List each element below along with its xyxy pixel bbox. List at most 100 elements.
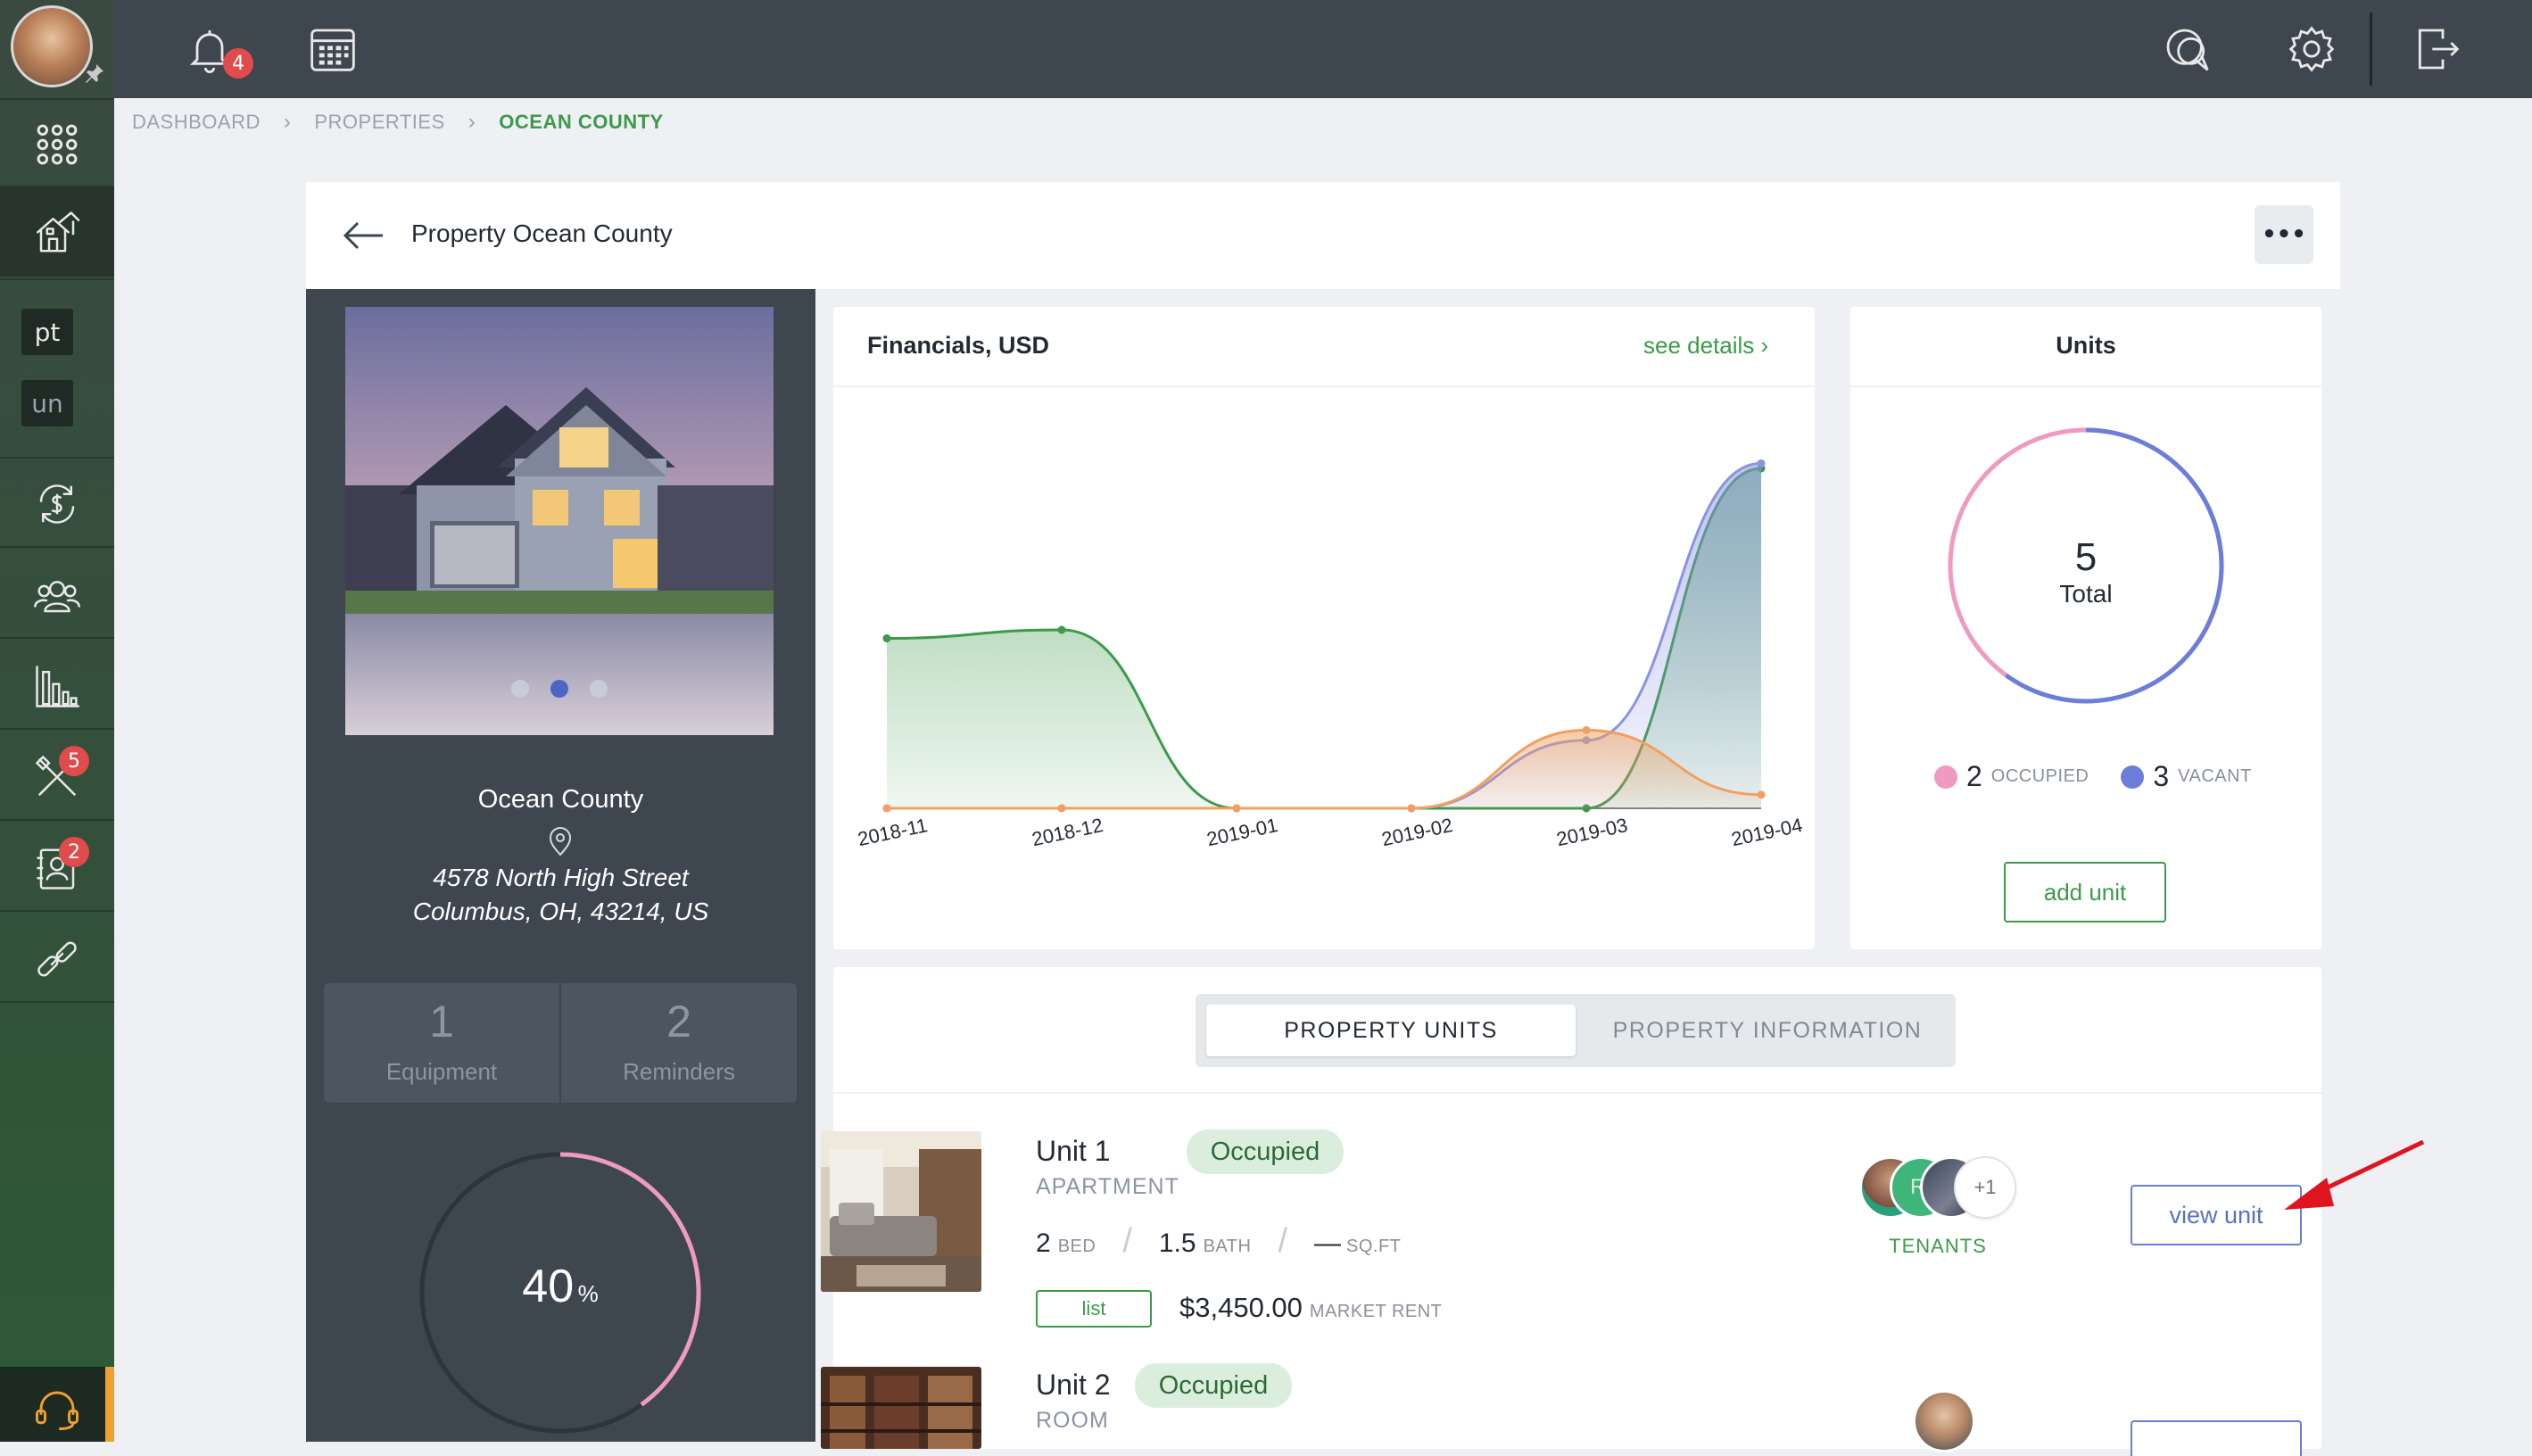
unit-1-bed: 2	[1036, 1228, 1051, 1258]
units-card: Units 5 Total 2 OCCUPIED 3 VACANT add un…	[1850, 307, 2321, 949]
unit-1-rent-label: MARKET RENT	[1309, 1302, 1443, 1321]
x-tick-label: 2018-11	[856, 814, 930, 850]
x-tick-label: 2019-01	[1204, 814, 1279, 850]
occupied-dot	[1934, 765, 1957, 789]
property-name: Ocean County	[477, 785, 644, 814]
property-header: Property Ocean County •••	[306, 182, 2340, 289]
more-tenants-badge[interactable]: +1	[1954, 1156, 2016, 1219]
occupancy-unit: %	[577, 1280, 599, 1307]
un-shortcut-button[interactable]: un	[21, 380, 73, 426]
user-avatar[interactable]	[11, 5, 93, 87]
series-2-point-4[interactable]	[1582, 725, 1591, 734]
breadcrumb-current: OCEAN COUNTY	[499, 111, 664, 133]
address-line-2: Columbus, OH, 43214, US	[412, 898, 709, 925]
tab-property-units[interactable]: PROPERTY UNITS	[1206, 1005, 1576, 1056]
stats-box: 1 Equipment 2 Reminders	[324, 983, 797, 1103]
occupied-count: 2	[1966, 760, 1982, 792]
topbar-divider	[2370, 12, 2372, 86]
unit-1-sqft-label: SQ.FT	[1346, 1237, 1402, 1256]
pin-icon	[84, 62, 105, 84]
units-list-card: PROPERTY UNITS PROPERTY INFORMATION Unit…	[821, 967, 2321, 1456]
tools-badge: 5	[59, 746, 89, 776]
unit-2-name[interactable]: Unit 2	[1036, 1369, 1111, 1402]
tabs-divider	[833, 1092, 2321, 1094]
series-0-point-1[interactable]	[1057, 625, 1066, 634]
breadcrumb-properties[interactable]: PROPERTIES	[314, 111, 444, 134]
annotation-arrow-icon	[2284, 1139, 2425, 1210]
financials-card: Financials, USD see details › 2018-11 201…	[833, 307, 1815, 949]
chat-icon[interactable]	[2156, 18, 2218, 80]
top-bar: 4	[114, 0, 2532, 98]
more-options-button[interactable]: •••	[2255, 205, 2313, 264]
contacts-icon[interactable]	[0, 837, 114, 899]
unit-1-bed-label: BED	[1057, 1237, 1096, 1256]
series-2-point-2[interactable]	[1232, 804, 1241, 813]
financials-chart: 2018-11 2018-12 2019-01 2019-02 2019-03 2019-…	[856, 459, 1805, 850]
contacts-badge: 2	[59, 837, 89, 867]
financials-title: Financials, USD	[867, 332, 1050, 359]
tenants-label: TENANTS	[1889, 1235, 1987, 1257]
unit-2-view-button[interactable]	[2131, 1420, 2302, 1456]
breadcrumb-dashboard[interactable]: DASHBOARD	[132, 111, 261, 134]
tab-property-information[interactable]: PROPERTY INFORMATION	[1583, 1005, 1952, 1056]
vacant-count: 3	[2153, 760, 2170, 792]
reminders-label: Reminders	[623, 1058, 735, 1085]
unit-1-name[interactable]: Unit 1	[1036, 1135, 1111, 1168]
reports-icon[interactable]	[0, 655, 114, 717]
units-divider	[1850, 385, 2321, 387]
unit-1-list-button[interactable]: list	[1036, 1290, 1152, 1328]
sidebar: pt un 5 2	[0, 0, 114, 1442]
x-tick-label: 2019-03	[1554, 814, 1629, 850]
unit-1-bath-label: BATH	[1203, 1237, 1252, 1256]
logout-icon[interactable]	[2405, 18, 2468, 80]
support-icon[interactable]	[0, 1377, 114, 1440]
units-legend: 2 OCCUPIED 3 VACANT	[1934, 760, 2252, 793]
apps-grid-icon[interactable]	[0, 114, 114, 175]
x-tick-label: 2019-04	[1729, 814, 1804, 850]
unit-1-photo[interactable]	[821, 1131, 981, 1292]
x-tick-label: 2018-12	[1030, 814, 1105, 850]
series-2-point-0[interactable]	[882, 804, 891, 813]
pt-shortcut-button[interactable]: pt	[21, 309, 73, 355]
equipment-count[interactable]: 1	[324, 996, 559, 1047]
spec-separator: /	[1122, 1222, 1132, 1260]
unit-1-status-badge: Occupied	[1187, 1129, 1344, 1174]
money-cycle-icon[interactable]	[0, 473, 114, 535]
unit-1-rent-value: $3,450.00	[1179, 1292, 1303, 1323]
unit-1-sqft: —	[1314, 1228, 1342, 1258]
unit-2-tenant-avatar[interactable]	[1913, 1390, 1975, 1452]
chevron-right-icon: ›	[283, 110, 292, 134]
page-title: Property Ocean County	[411, 219, 673, 247]
x-tick-label: 2019-02	[1379, 814, 1454, 850]
units-total-label: Total	[2059, 580, 2113, 608]
chevron-right-icon: ›	[468, 110, 476, 134]
see-details-link[interactable]: see details ›	[1643, 332, 1768, 360]
property-icon[interactable]	[0, 202, 114, 264]
unit-2-type: ROOM	[1036, 1408, 1109, 1433]
unit-1-type: APARTMENT	[1036, 1174, 1179, 1199]
unit-1-specs: 2 BED / 1.5 BATH / — SQ.FT	[1036, 1222, 1401, 1261]
unit-1-bath: 1.5	[1158, 1228, 1196, 1258]
reminders-count[interactable]: 2	[561, 996, 797, 1047]
back-arrow-icon[interactable]	[342, 218, 385, 253]
series-1-point-5[interactable]	[1757, 459, 1766, 467]
equipment-label: Equipment	[385, 1058, 498, 1085]
address-line-1: 4578 North High Street	[433, 864, 689, 891]
property-photo[interactable]	[345, 307, 774, 735]
unit-2-photo[interactable]	[821, 1367, 981, 1449]
calendar-icon[interactable]	[302, 18, 364, 80]
series-2-point-5[interactable]	[1757, 790, 1766, 799]
gear-icon[interactable]	[2280, 18, 2343, 80]
occupancy-value: 40	[522, 1261, 575, 1312]
people-icon[interactable]	[0, 564, 114, 626]
occupied-label: OCCUPIED	[1990, 766, 2089, 786]
series-2-point-1[interactable]	[1057, 804, 1066, 813]
breadcrumb: DASHBOARD › PROPERTIES › OCEAN COUNTY	[132, 109, 664, 136]
series-2-point-3[interactable]	[1407, 804, 1416, 813]
spec-separator: /	[1278, 1222, 1288, 1260]
tools-icon[interactable]	[0, 746, 114, 808]
links-icon[interactable]	[0, 928, 114, 990]
series-0-point-0[interactable]	[882, 634, 891, 643]
notification-badge: 4	[223, 48, 253, 79]
add-unit-button[interactable]: add unit	[2004, 862, 2166, 922]
